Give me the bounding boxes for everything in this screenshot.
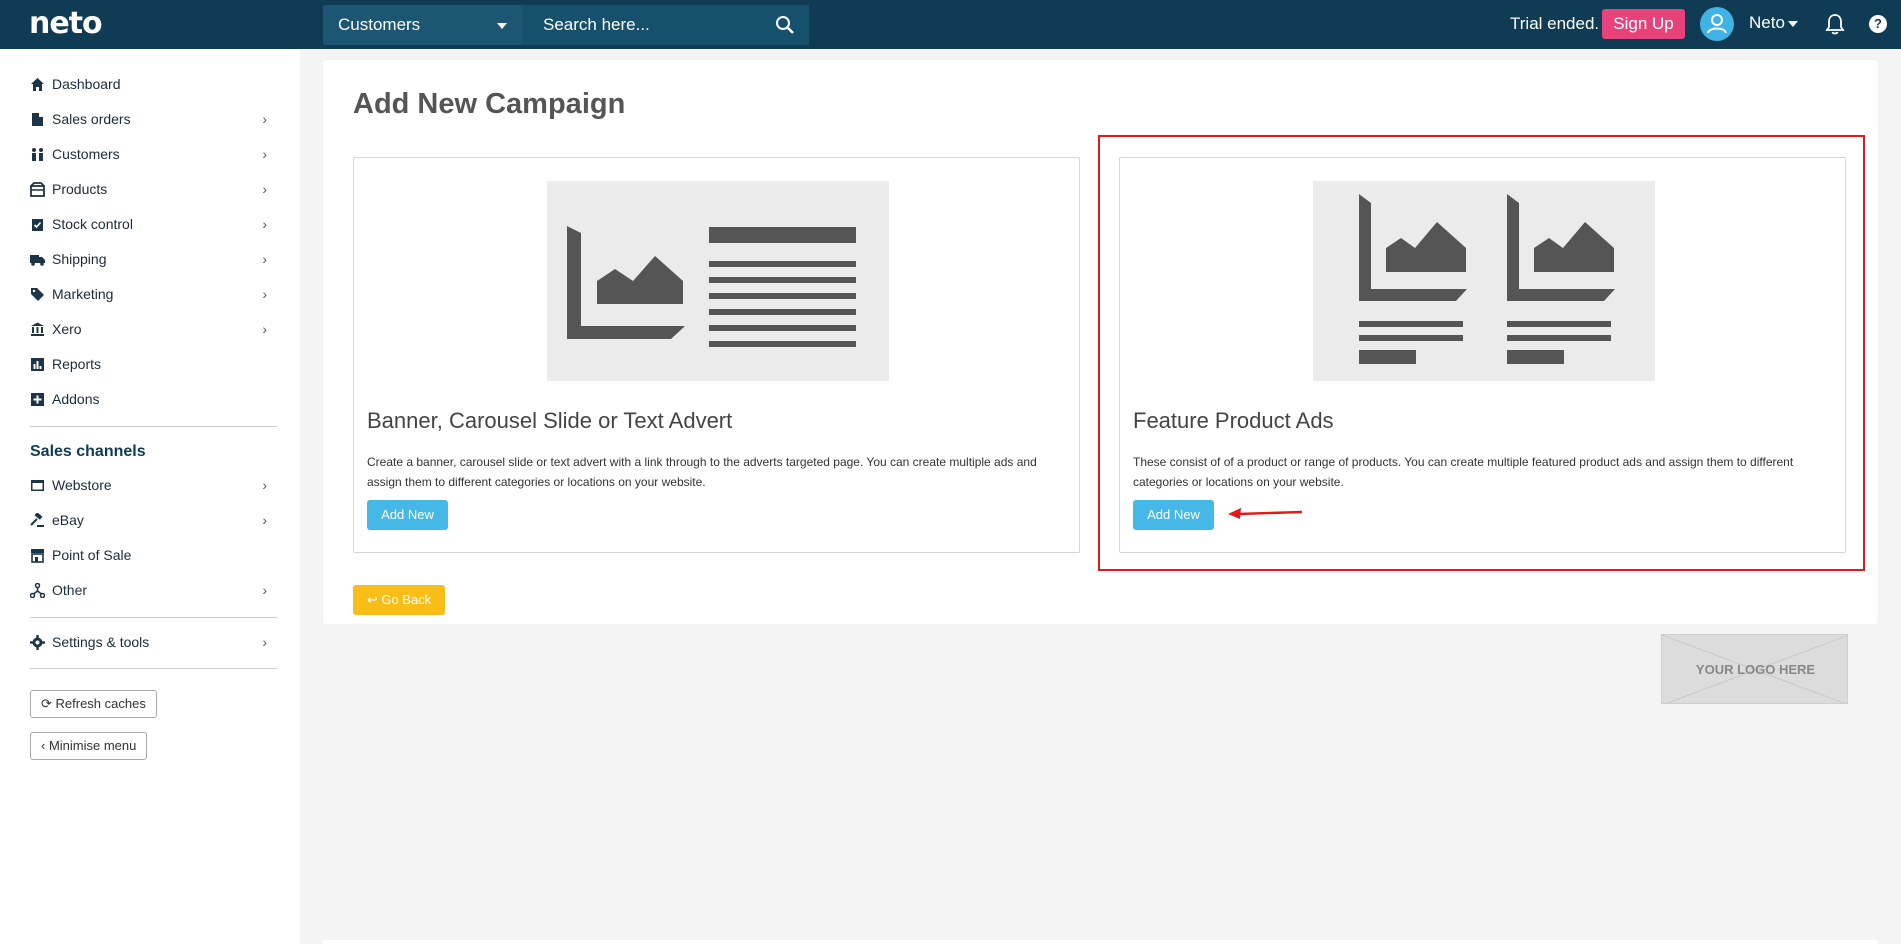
sidebar-item-label: Sales orders — [52, 111, 131, 127]
chevron-right-icon: › — [262, 146, 267, 162]
search-scope-dropdown[interactable]: Customers — [323, 5, 523, 45]
user-icon — [1707, 14, 1727, 34]
minimise-menu-label: Minimise menu — [48, 738, 137, 753]
sidebar-item-customers[interactable]: Customers › — [30, 141, 276, 167]
chevron-right-icon: › — [262, 216, 267, 232]
store-icon — [31, 549, 44, 563]
chevron-right-icon: › — [262, 286, 267, 302]
home-icon — [31, 78, 44, 91]
sidebar-item-xero[interactable]: Xero › — [30, 316, 276, 342]
reply-arrow-icon: ↩ — [366, 592, 382, 607]
sidebar-item-shipping[interactable]: Shipping › — [30, 246, 276, 272]
sidebar-item-label: eBay — [52, 512, 84, 528]
sidebar-item-ebay[interactable]: eBay › — [30, 507, 276, 533]
chevron-right-icon: › — [262, 512, 267, 528]
sidebar-item-settings-tools[interactable]: Settings & tools › — [30, 629, 276, 655]
sidebar-divider — [30, 617, 277, 618]
sidebar-item-label: Other — [52, 582, 88, 598]
document-icon — [32, 113, 43, 126]
card-title: Banner, Carousel Slide or Text Advert — [367, 408, 733, 433]
caret-down-icon — [497, 23, 507, 29]
logo-placeholder-text: YOUR LOGO HERE — [1695, 662, 1816, 677]
annotation-arrow-icon — [1228, 508, 1303, 519]
sidebar-item-label: Products — [52, 181, 108, 197]
add-new-banner-button[interactable]: Add New — [367, 500, 448, 530]
page-title: Add New Campaign — [353, 88, 626, 120]
browser-icon — [31, 480, 44, 491]
banner-advert-card: Banner, Carousel Slide or Text Advert Cr… — [353, 157, 1080, 553]
sidebar-divider — [30, 426, 277, 427]
box-icon — [30, 182, 45, 197]
sidebar-item-label: Dashboard — [52, 76, 121, 92]
card-description: Create a banner, carousel slide or text … — [367, 455, 1037, 489]
gear-icon — [30, 635, 45, 650]
sidebar-item-sales-orders[interactable]: Sales orders › — [30, 106, 276, 132]
sidebar-item-other[interactable]: Other › — [30, 577, 276, 603]
chevron-right-icon: › — [262, 111, 267, 127]
chevron-right-icon: › — [262, 181, 267, 197]
chevron-left-icon: ‹ — [41, 738, 49, 753]
refresh-icon: ⟳ — [41, 696, 56, 711]
image-with-text-icon — [567, 226, 856, 347]
user-menu[interactable]: Neto — [1749, 13, 1785, 33]
user-avatar[interactable] — [1700, 7, 1734, 41]
sidebar-item-label: Settings & tools — [52, 634, 150, 650]
sidebar-divider — [30, 668, 277, 669]
sales-channels-heading: Sales channels — [30, 443, 146, 460]
minimise-menu-button[interactable]: ‹ Minimise menu — [30, 732, 148, 760]
sidebar-item-products[interactable]: Products › — [30, 176, 276, 202]
go-back-label: Go Back — [381, 592, 432, 607]
tag-icon — [31, 288, 44, 301]
go-back-button[interactable]: ↩ Go Back — [353, 585, 445, 615]
refresh-caches-label: Refresh caches — [55, 696, 146, 711]
network-icon — [30, 583, 45, 598]
chevron-right-icon: › — [262, 321, 267, 337]
plus-square-icon — [31, 393, 44, 406]
sidebar-item-label: Addons — [52, 391, 100, 407]
search-icon[interactable] — [775, 15, 795, 35]
search-scope-label: Customers — [338, 15, 421, 34]
chevron-right-icon: › — [262, 582, 267, 598]
chevron-right-icon: › — [262, 477, 267, 493]
sidebar-item-label: Stock control — [52, 216, 133, 232]
bank-icon — [31, 322, 44, 336]
clipboard-check-icon — [32, 219, 43, 231]
chevron-right-icon: › — [262, 251, 267, 267]
chevron-right-icon: › — [262, 634, 267, 650]
user-caret-down-icon[interactable] — [1788, 21, 1798, 27]
neto-logo[interactable]: neto — [29, 6, 103, 41]
footer-strip — [323, 940, 1878, 944]
sidebar-item-label: Shipping — [52, 251, 107, 267]
sidebar-item-dashboard[interactable]: Dashboard — [30, 71, 276, 97]
highlight-box — [1098, 135, 1865, 571]
sidebar-item-webstore[interactable]: Webstore › — [30, 472, 276, 498]
logo-placeholder: YOUR LOGO HERE — [1661, 634, 1848, 704]
refresh-caches-button[interactable]: ⟳ Refresh caches — [30, 690, 157, 718]
gavel-icon — [30, 513, 44, 527]
sidebar-item-label: Reports — [52, 356, 102, 372]
sign-up-button[interactable]: Sign Up — [1602, 9, 1685, 39]
top-bar: neto Customers Trial ended. Sign Up Neto… — [0, 0, 1901, 49]
trial-status-text: Trial ended. — [1510, 14, 1600, 33]
sidebar-item-point-of-sale[interactable]: Point of Sale — [30, 542, 276, 568]
banner-advert-illustration — [547, 181, 889, 381]
bell-icon[interactable] — [1825, 13, 1845, 35]
search-input[interactable] — [523, 5, 809, 45]
sidebar-item-reports[interactable]: Reports — [30, 351, 276, 377]
sidebar-item-label: Point of Sale — [52, 547, 132, 563]
sidebar-item-label: Webstore — [52, 477, 112, 493]
sidebar-item-stock-control[interactable]: Stock control › — [30, 211, 276, 237]
sidebar-item-label: Xero — [52, 321, 82, 337]
truck-icon — [30, 255, 45, 266]
global-search: Customers — [323, 5, 809, 45]
sidebar-item-addons[interactable]: Addons — [30, 386, 276, 412]
sidebar-item-marketing[interactable]: Marketing › — [30, 281, 276, 307]
people-icon — [32, 148, 43, 161]
sidebar-item-label: Marketing — [52, 286, 114, 302]
bar-chart-icon — [31, 358, 44, 371]
help-icon[interactable]: ? — [1869, 15, 1887, 33]
sidebar-item-label: Customers — [52, 146, 120, 162]
